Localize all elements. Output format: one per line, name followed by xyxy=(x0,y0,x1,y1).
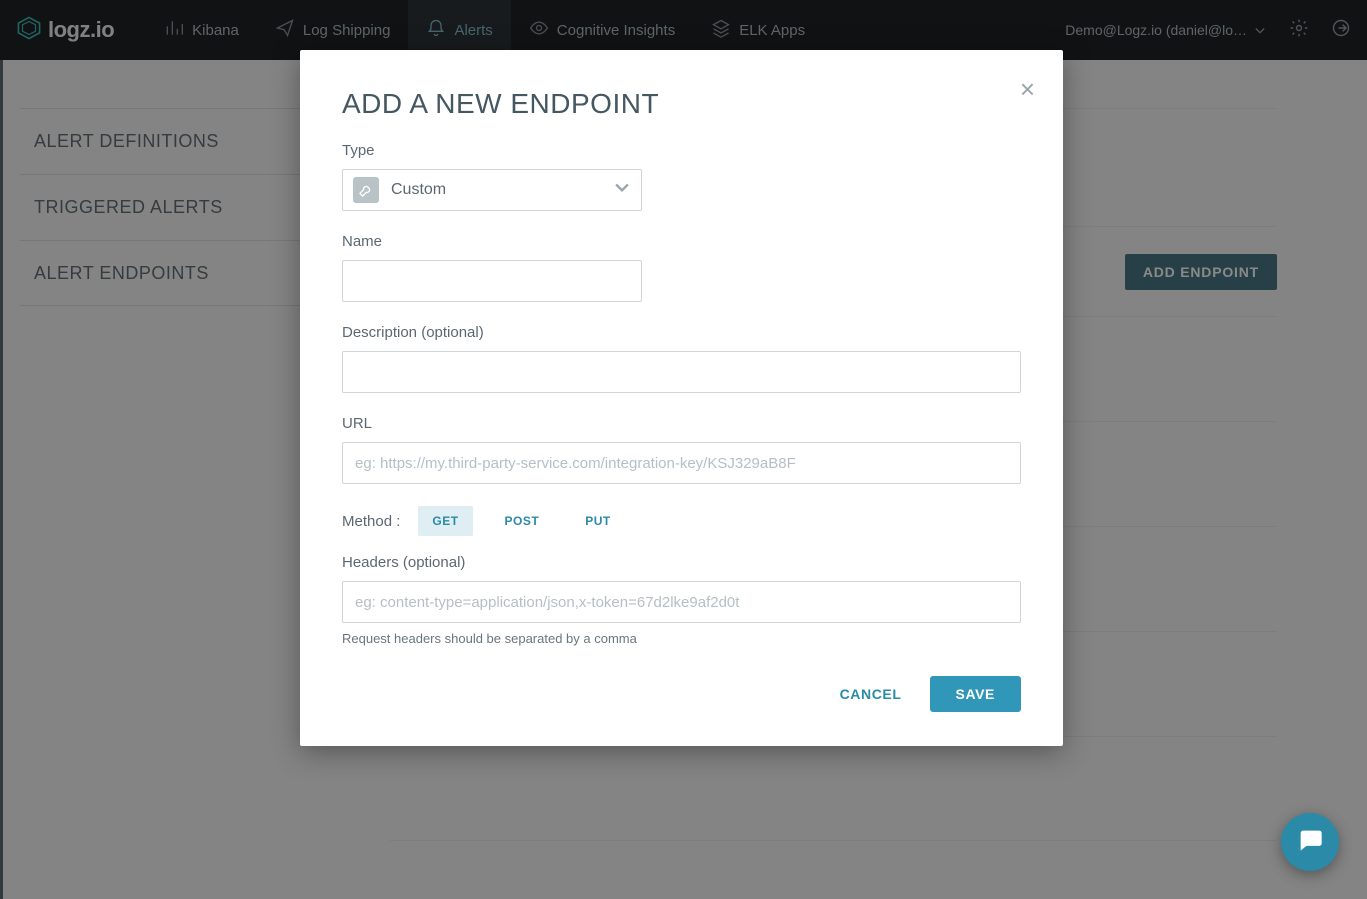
name-input[interactable] xyxy=(342,260,642,302)
headers-input[interactable] xyxy=(342,581,1021,623)
wrench-icon xyxy=(353,177,379,203)
method-label: Method : xyxy=(342,513,400,530)
url-group: URL xyxy=(342,415,1021,484)
description-group: Description (optional) xyxy=(342,324,1021,393)
url-input[interactable] xyxy=(342,442,1021,484)
chat-icon xyxy=(1296,826,1324,859)
method-group: Method : GET POST PUT xyxy=(342,506,1021,536)
method-put-button[interactable]: PUT xyxy=(571,506,625,536)
left-edge-scroll xyxy=(0,60,3,899)
modal-footer: CANCEL SAVE xyxy=(342,676,1021,712)
description-input[interactable] xyxy=(342,351,1021,393)
name-label: Name xyxy=(342,233,642,250)
modal-title: ADD A NEW ENDPOINT xyxy=(342,88,1021,120)
headers-group: Headers (optional) Request headers shoul… xyxy=(342,554,1021,646)
type-dropdown[interactable]: Custom xyxy=(342,169,642,211)
url-label: URL xyxy=(342,415,1021,432)
method-post-button[interactable]: POST xyxy=(491,506,554,536)
cancel-button[interactable]: CANCEL xyxy=(840,686,902,702)
type-value: Custom xyxy=(391,181,446,199)
add-endpoint-modal: × ADD A NEW ENDPOINT Type Custom Name De… xyxy=(300,50,1063,746)
type-label: Type xyxy=(342,142,642,159)
save-button[interactable]: SAVE xyxy=(930,676,1022,712)
headers-helper: Request headers should be separated by a… xyxy=(342,631,1021,646)
type-group: Type Custom xyxy=(342,142,642,211)
close-icon[interactable]: × xyxy=(1020,76,1035,102)
description-label: Description (optional) xyxy=(342,324,1021,341)
method-get-button[interactable]: GET xyxy=(418,506,472,536)
chevron-down-icon xyxy=(615,181,629,200)
headers-label: Headers (optional) xyxy=(342,554,1021,571)
chat-launcher[interactable] xyxy=(1281,813,1339,871)
name-group: Name xyxy=(342,233,642,302)
